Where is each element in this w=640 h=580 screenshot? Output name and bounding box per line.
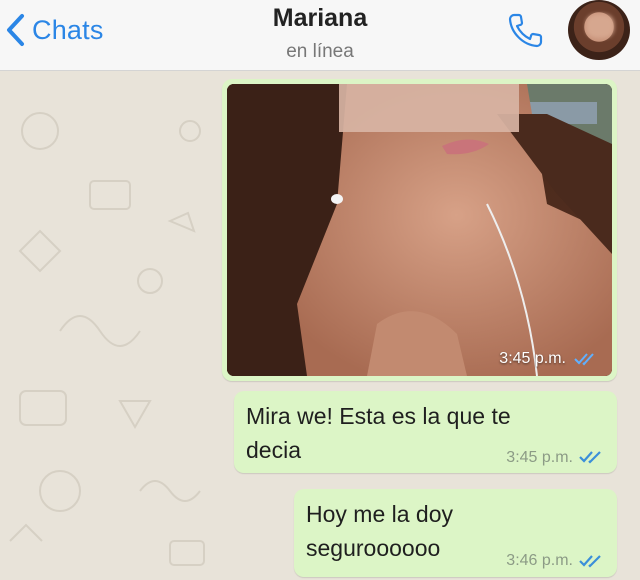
message-photo[interactable]: 3:45 p.m. bbox=[227, 84, 612, 376]
chat-header: Chats Mariana en línea bbox=[0, 0, 640, 71]
photo-image bbox=[227, 84, 612, 376]
avatar-blur bbox=[586, 14, 614, 38]
double-check-icon bbox=[579, 451, 601, 464]
message-time: 3:46 p.m. bbox=[506, 552, 573, 569]
image-message[interactable]: 3:45 p.m. bbox=[222, 79, 617, 381]
chat-area[interactable]: 3:45 p.m. Mira we! Esta es la que te dec… bbox=[0, 71, 640, 580]
message-time: 3:45 p.m. bbox=[506, 449, 573, 466]
message-time: 3:45 p.m. bbox=[499, 350, 566, 367]
text-message[interactable]: Mira we! Esta es la que te decia 3:45 p.… bbox=[234, 391, 617, 473]
phone-icon bbox=[508, 13, 543, 48]
message-text: Hoy me la doy seguroooooo bbox=[306, 501, 454, 561]
message-text: Mira we! Esta es la que te decia bbox=[246, 403, 511, 463]
avatar[interactable] bbox=[568, 0, 630, 60]
text-message[interactable]: Hoy me la doy seguroooooo 3:46 p.m. bbox=[294, 489, 617, 577]
call-button[interactable] bbox=[505, 9, 547, 51]
double-check-icon bbox=[579, 555, 601, 568]
double-check-icon bbox=[574, 353, 594, 366]
